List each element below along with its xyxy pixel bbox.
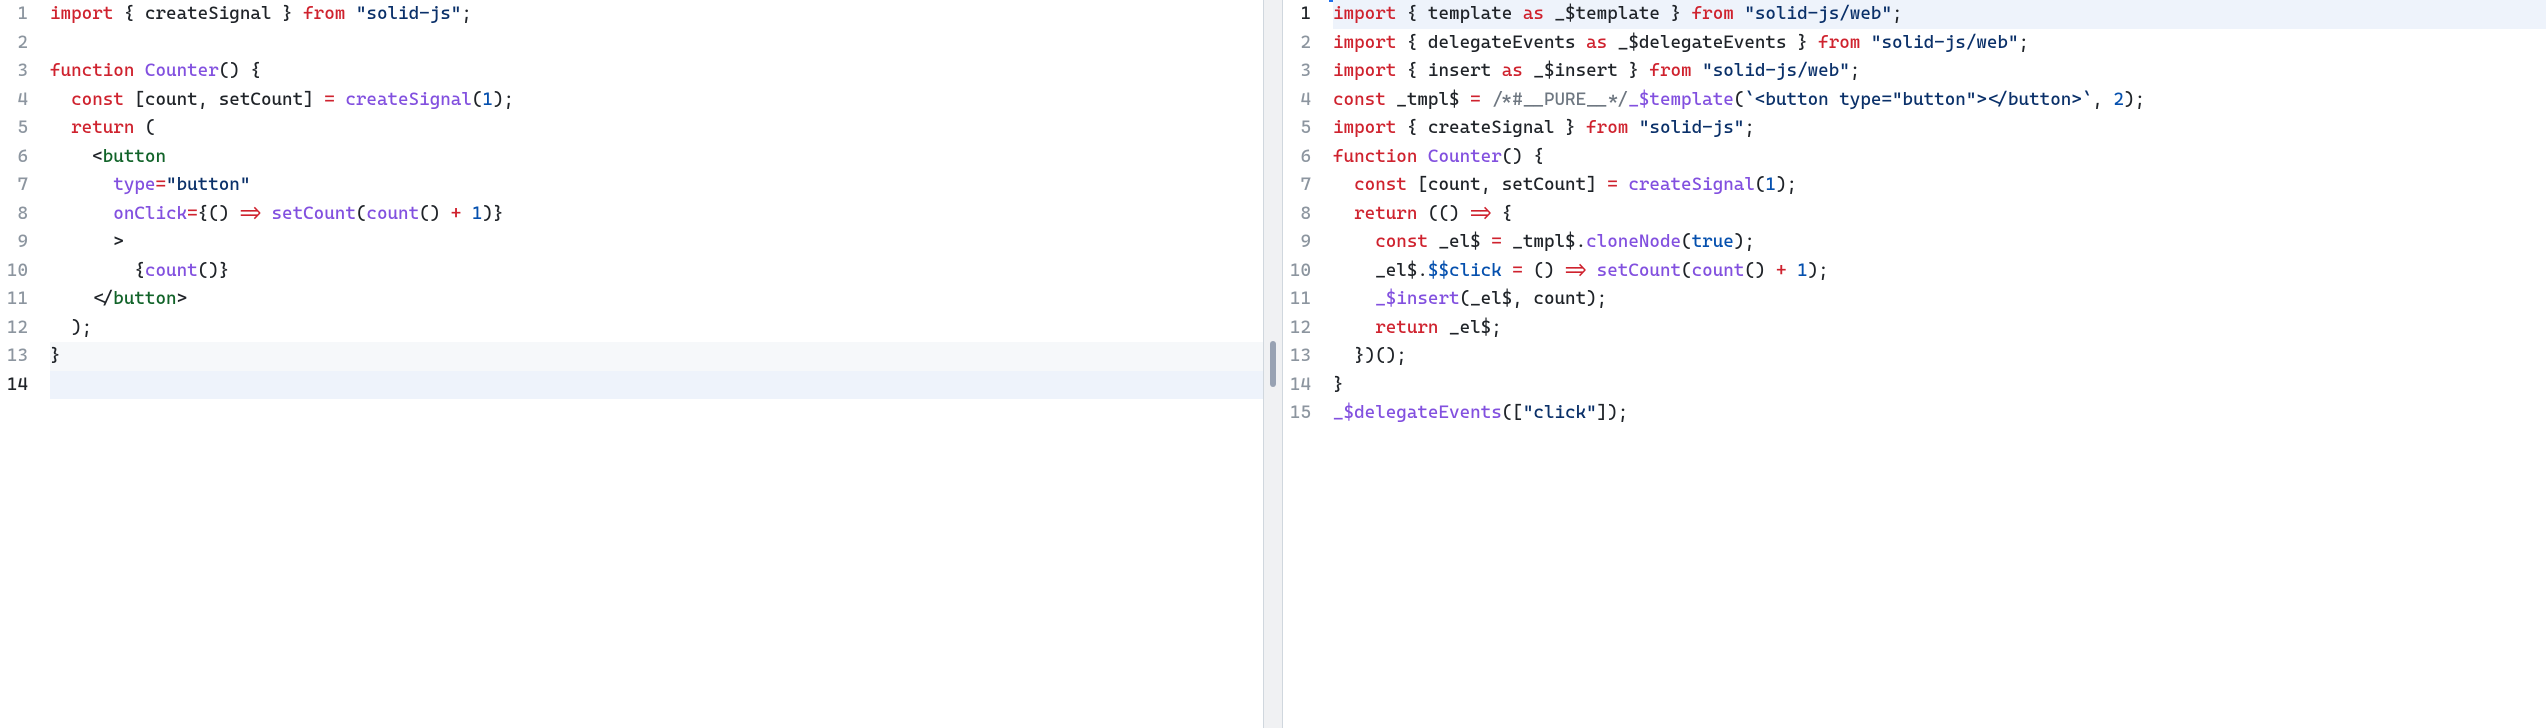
line-number[interactable]: 12	[0, 314, 34, 343]
code-line[interactable]: }	[1333, 371, 2546, 400]
code-line[interactable]: return (() => {	[1333, 200, 2546, 229]
code-line[interactable]: </button>	[50, 285, 1263, 314]
code-line[interactable]: onClick={() => setCount(count() + 1)}	[50, 200, 1263, 229]
line-number[interactable]: 10	[0, 257, 34, 286]
code-line[interactable]: })();	[1333, 342, 2546, 371]
right-code-area[interactable]: import { template as _$template } from "…	[1329, 0, 2546, 728]
line-number[interactable]: 13	[0, 342, 34, 371]
line-number[interactable]: 5	[0, 114, 34, 143]
code-line[interactable]: const _el$ = _tmpl$.cloneNode(true);	[1333, 228, 2546, 257]
code-line[interactable]: return (	[50, 114, 1263, 143]
line-number[interactable]: 14	[1283, 371, 1317, 400]
line-number[interactable]: 6	[0, 143, 34, 172]
code-line[interactable]: const [count, setCount] = createSignal(1…	[1333, 171, 2546, 200]
code-line[interactable]: <button	[50, 143, 1263, 172]
right-gutter: 123456789101112131415	[1283, 0, 1329, 728]
code-line[interactable]: type="button"	[50, 171, 1263, 200]
code-line[interactable]: _$delegateEvents(["click"]);	[1333, 399, 2546, 428]
line-number[interactable]: 8	[1283, 200, 1317, 229]
divider-handle-icon[interactable]	[1270, 341, 1276, 387]
line-number[interactable]: 4	[0, 86, 34, 115]
line-number[interactable]: 11	[1283, 285, 1317, 314]
line-number[interactable]: 9	[1283, 228, 1317, 257]
line-number[interactable]: 11	[0, 285, 34, 314]
left-code-area[interactable]: import { createSignal } from "solid-js";…	[46, 0, 1263, 728]
line-number[interactable]: 14	[0, 371, 34, 400]
code-line[interactable]: _$insert(_el$, count);	[1333, 285, 2546, 314]
line-number[interactable]: 3	[0, 57, 34, 86]
code-line[interactable]: );	[50, 314, 1263, 343]
line-number[interactable]: 1	[1283, 0, 1317, 29]
line-number[interactable]: 4	[1283, 86, 1317, 115]
code-line[interactable]: const [count, setCount] = createSignal(1…	[50, 86, 1263, 115]
code-line[interactable]: import { insert as _$insert } from "soli…	[1333, 57, 2546, 86]
line-number[interactable]: 7	[1283, 171, 1317, 200]
line-number[interactable]: 2	[0, 29, 34, 58]
code-line[interactable]: _el$.$$click = () => setCount(count() + …	[1333, 257, 2546, 286]
code-line[interactable]: }	[50, 342, 1263, 371]
code-line[interactable]: import { template as _$template } from "…	[1333, 0, 2546, 29]
line-number[interactable]: 2	[1283, 29, 1317, 58]
line-number[interactable]: 6	[1283, 143, 1317, 172]
code-line[interactable]: import { delegateEvents as _$delegateEve…	[1333, 29, 2546, 58]
line-number[interactable]: 3	[1283, 57, 1317, 86]
line-number[interactable]: 1	[0, 0, 34, 29]
code-line[interactable]: return _el$;	[1333, 314, 2546, 343]
line-number[interactable]: 15	[1283, 399, 1317, 428]
left-gutter: 1234567891011121314	[0, 0, 46, 728]
line-number[interactable]: 9	[0, 228, 34, 257]
code-line[interactable]	[50, 29, 1263, 58]
line-number[interactable]: 7	[0, 171, 34, 200]
left-editor-pane[interactable]: 1234567891011121314 import { createSigna…	[0, 0, 1263, 728]
line-number[interactable]: 5	[1283, 114, 1317, 143]
code-line[interactable]: function Counter() {	[50, 57, 1263, 86]
line-number[interactable]: 10	[1283, 257, 1317, 286]
line-number[interactable]: 12	[1283, 314, 1317, 343]
line-number[interactable]: 13	[1283, 342, 1317, 371]
code-line[interactable]: function Counter() {	[1333, 143, 2546, 172]
right-editor-pane[interactable]: 123456789101112131415 import { template …	[1283, 0, 2546, 728]
code-line[interactable]: import { createSignal } from "solid-js";	[1333, 114, 2546, 143]
code-line[interactable]: {count()}	[50, 257, 1263, 286]
code-line[interactable]	[50, 371, 1263, 400]
code-line[interactable]: const _tmpl$ = /*#__PURE__*/_$template(`…	[1333, 86, 2546, 115]
code-line[interactable]: >	[50, 228, 1263, 257]
split-divider[interactable]	[1263, 0, 1283, 728]
line-number[interactable]: 8	[0, 200, 34, 229]
code-line[interactable]: import { createSignal } from "solid-js";	[50, 0, 1263, 29]
